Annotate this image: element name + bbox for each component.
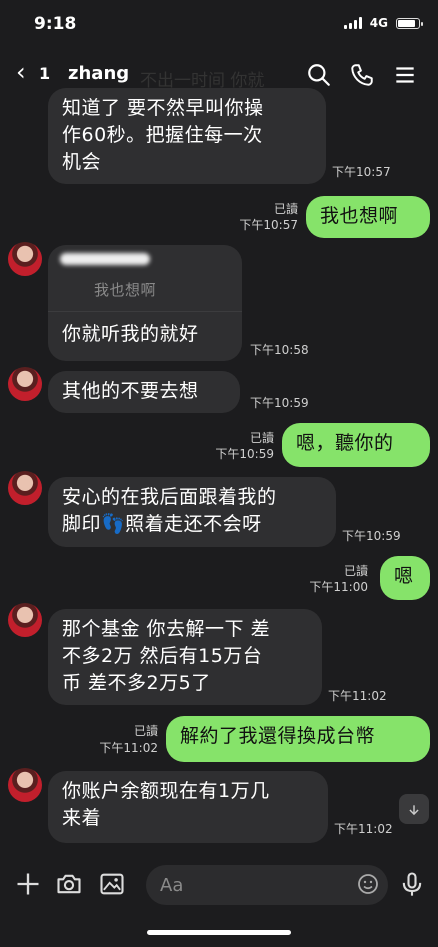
avatar[interactable] bbox=[8, 603, 42, 637]
camera-icon[interactable] bbox=[55, 870, 83, 898]
message-input-bar bbox=[0, 856, 438, 916]
avatar[interactable] bbox=[8, 242, 42, 276]
image-icon[interactable] bbox=[98, 870, 126, 898]
back-button[interactable]: ‹ bbox=[16, 60, 26, 84]
message-bubble-incoming[interactable]: 那个基金 你去解一下 差 不多2万 然后有15万台 币 差不多2万5了 bbox=[48, 609, 322, 705]
avatar[interactable] bbox=[8, 367, 42, 401]
phone-icon[interactable] bbox=[349, 62, 375, 88]
plus-icon[interactable] bbox=[14, 870, 42, 898]
message-input[interactable] bbox=[146, 865, 388, 905]
read-receipt: 已讀 bbox=[133, 724, 158, 738]
status-indicators: 4G bbox=[343, 16, 423, 30]
unread-count: 1 bbox=[39, 64, 51, 83]
scroll-to-bottom-button[interactable] bbox=[399, 794, 429, 824]
status-bar: 9:18 4G bbox=[0, 0, 438, 50]
status-time: 9:18 bbox=[34, 14, 77, 34]
read-receipt: 已讀 bbox=[273, 202, 298, 216]
quote-divider bbox=[48, 311, 242, 312]
home-indicator[interactable] bbox=[147, 930, 291, 935]
message-time: 下午10:57 bbox=[332, 165, 391, 179]
message-bubble-outgoing[interactable]: 我也想啊 bbox=[306, 196, 430, 238]
message-bubble-incoming-reply[interactable]: 我也想啊 你就听我的就好 bbox=[48, 245, 242, 361]
quoted-message: 我也想啊 bbox=[94, 281, 157, 299]
message-time: 下午11:02 bbox=[334, 822, 393, 836]
message-bubble-incoming[interactable]: 其他的不要去想 bbox=[48, 371, 240, 413]
message-bubble-outgoing[interactable]: 嗯，聽你的 bbox=[282, 423, 430, 467]
message-bubble-outgoing[interactable]: 嗯 bbox=[380, 556, 430, 600]
quote-sender-blurred bbox=[60, 253, 150, 265]
message-bubble-outgoing[interactable]: 解約了我還得換成台幣 bbox=[166, 716, 430, 762]
message-time: 下午10:59 bbox=[342, 529, 401, 543]
menu-icon[interactable] bbox=[392, 62, 418, 88]
message-time: 下午11:00 bbox=[309, 580, 368, 594]
message-time: 下午10:57 bbox=[239, 218, 298, 232]
message-time: 下午10:58 bbox=[250, 343, 309, 357]
message-bubble-incoming[interactable]: 知道了 要不然早叫你操 作60秒。把握住每一次 机会 bbox=[48, 88, 326, 184]
message-bubble-incoming[interactable]: 安心的在我后面跟着我的 脚印👣照着走还不会呀 bbox=[48, 477, 336, 547]
read-receipt: 已讀 bbox=[249, 431, 274, 445]
mic-icon[interactable] bbox=[398, 870, 426, 898]
search-icon[interactable] bbox=[306, 62, 332, 88]
network-label: 4G bbox=[369, 16, 388, 30]
emoji-icon[interactable] bbox=[356, 872, 380, 896]
message-time: 下午11:02 bbox=[328, 689, 387, 703]
contact-name[interactable]: zhang bbox=[68, 63, 129, 84]
message-bubble-incoming[interactable]: 你账户余额现在有1万几 来着 bbox=[48, 771, 328, 843]
message-time: 下午10:59 bbox=[250, 396, 309, 410]
message-time: 下午10:59 bbox=[215, 447, 274, 461]
reply-text: 你就听我的就好 bbox=[62, 323, 199, 345]
chevron-down-icon bbox=[409, 804, 419, 815]
signal-icon bbox=[343, 17, 362, 29]
avatar[interactable] bbox=[8, 471, 42, 505]
read-receipt: 已讀 bbox=[343, 564, 368, 578]
message-time: 下午11:02 bbox=[99, 741, 158, 755]
battery-icon bbox=[396, 17, 423, 29]
avatar[interactable] bbox=[8, 768, 42, 802]
